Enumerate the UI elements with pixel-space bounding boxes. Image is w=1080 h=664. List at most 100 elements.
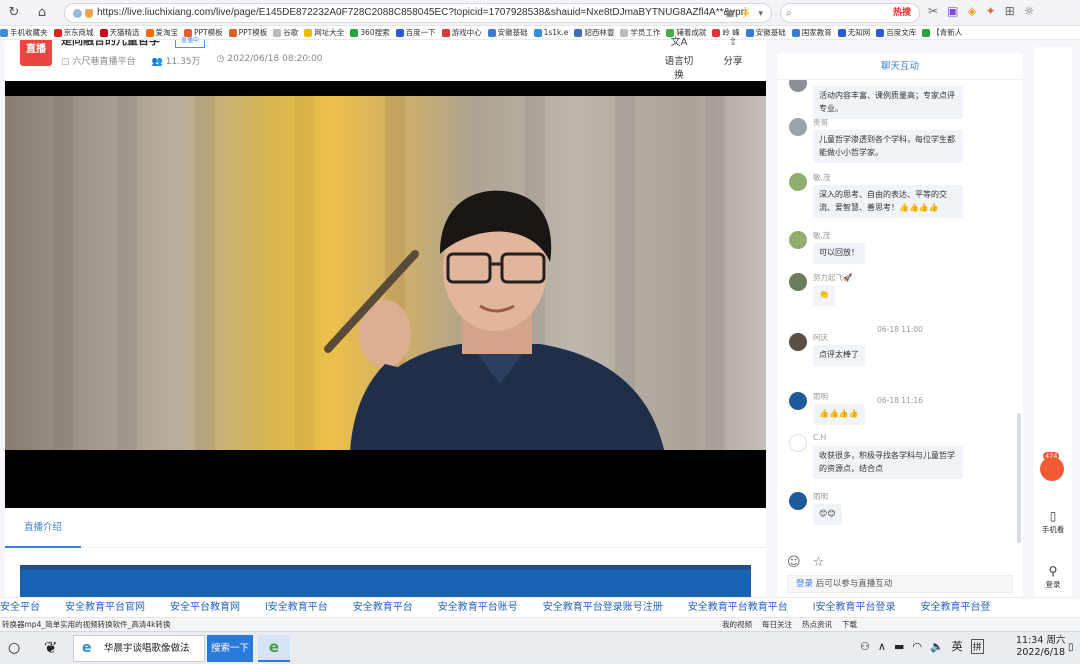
ad-link[interactable]: 安全教育平台登录账号注册 (543, 598, 663, 617)
settings-icon[interactable]: ☼ (1024, 4, 1035, 22)
chat-bubble: 活动内容丰富、课例质量高；专家点评专业。 (813, 86, 963, 119)
url-text: https://live.liuchixiang.com/live/page/E… (97, 7, 747, 18)
ad-link[interactable]: 安全教育平台教育平台 (688, 598, 788, 617)
bookmark-item[interactable]: 游戏中心 (441, 27, 482, 38)
bookmark-item[interactable]: 无知网 (837, 27, 870, 38)
browser-search-input[interactable]: ⌕ 热搜 (780, 3, 920, 23)
bookmark-item[interactable]: 手机收藏夹 (0, 27, 48, 38)
game-icon[interactable]: ✦ (986, 4, 996, 22)
refresh-icon[interactable]: ↻ (6, 5, 22, 21)
channel-icon: ▢ (61, 57, 70, 67)
bookmark-favicon-icon (273, 28, 282, 37)
apps-grid-icon[interactable]: ⊞ (1005, 4, 1015, 22)
browser-tools: ✂ ▣ ◈ ✦ ⊞ ☼ (928, 4, 1035, 22)
bookmark-favicon-icon (837, 28, 846, 37)
ime-indicator[interactable]: 英 (952, 638, 963, 654)
volume-icon[interactable]: 🔈 (930, 640, 944, 653)
cut-icon[interactable]: ✂ (928, 4, 938, 22)
hot-search-label[interactable]: 热搜 (893, 4, 911, 22)
bookmark-item[interactable]: 【青新人 (922, 27, 962, 38)
extension-icon[interactable]: ▣ (947, 4, 958, 22)
status-link[interactable]: 每日关注 (762, 618, 792, 631)
chat-message-list[interactable]: 06-18 11:00 06-18 11:16 活动内容丰富、课例质量高；专家点… (777, 80, 1023, 546)
chat-scrollbar[interactable] (1017, 413, 1021, 543)
url-actions[interactable]: ▦ ⚡ ▾ (726, 4, 765, 22)
network-icon[interactable]: ◠ (912, 640, 922, 653)
share-button[interactable]: ⇧ 分享 (721, 38, 745, 68)
address-bar[interactable]: https://live.liuchixiang.com/live/page/E… (64, 3, 772, 23)
bookmark-item[interactable]: 京东商城 (53, 27, 94, 38)
tab-live-intro[interactable]: 直播介绍 (5, 508, 81, 548)
sidebar-login-button[interactable]: ⚲ 登录 (1034, 564, 1072, 590)
chat-avatar[interactable] (789, 333, 807, 351)
ad-link[interactable]: 安全平台教育网 (170, 598, 240, 617)
people-icon[interactable]: ⚇ (860, 640, 870, 653)
shield-extension-icon[interactable]: ◈ (967, 4, 976, 22)
bookmark-item[interactable]: 百度一下 (395, 27, 436, 38)
bookmark-item[interactable]: 1s1k.e (533, 28, 568, 37)
like-heart-icon[interactable] (1040, 457, 1064, 481)
bookmark-item[interactable]: 学员工作 (620, 27, 660, 38)
status-link[interactable]: 下载 (842, 618, 857, 631)
status-text[interactable]: 转换器mp4_简单实用的视频转换软件_高清4k转换 (2, 618, 170, 631)
ime-mode[interactable]: 拼 (970, 638, 984, 654)
bookmark-item[interactable]: 天猫精选 (99, 27, 140, 38)
ad-link[interactable]: l安全教育平台登录 (813, 598, 896, 617)
start-icon[interactable]: ○ (8, 640, 20, 656)
browser-status-bar: 转换器mp4_简单实用的视频转换软件_高清4k转换 我的视频 每日关注 热点资讯 下载 (0, 617, 1080, 631)
bookmark-item[interactable]: 网址大全 (304, 27, 344, 38)
bookmark-item[interactable]: PPT模板 (228, 27, 267, 38)
home-icon[interactable]: ⌂ (34, 5, 50, 21)
emoji-icon[interactable]: ☺ (787, 555, 801, 570)
ad-link[interactable]: 安全教育平台 (353, 598, 413, 617)
taskbar-search-button[interactable]: 搜索一下 (207, 635, 253, 662)
ad-link[interactable]: 安全教育平台登 (921, 598, 991, 617)
right-sidebar: 474 ▯ 手机看 ⚲ 登录 (1034, 47, 1072, 597)
chat-login-link[interactable]: 登录 (796, 579, 813, 589)
taskbar-clock[interactable]: 11:34 周六 2022/6/18 (1016, 635, 1065, 659)
tray-expand-icon[interactable]: ∧ (878, 640, 886, 653)
bookmark-item[interactable]: 安徽基础 (745, 27, 786, 38)
bookmark-item[interactable]: 百度文库 (876, 27, 916, 38)
chat-bubble: 😊😊 (813, 504, 842, 525)
chat-avatar[interactable] (789, 118, 807, 136)
bookmark-item[interactable]: 360搜索 (350, 27, 390, 38)
chat-avatar[interactable] (789, 173, 807, 191)
chat-avatar[interactable] (789, 492, 807, 510)
ad-link[interactable]: 安全平台 (0, 598, 40, 617)
ad-link[interactable]: 安全教育平台账号 (438, 598, 518, 617)
ad-link[interactable]: l安全教育平台 (265, 598, 328, 617)
battery-icon[interactable]: ▬ (894, 640, 904, 653)
app-icon[interactable]: ❦ (44, 638, 57, 657)
taskbar-window[interactable]: e 华晨宇谈唱歌像做法 (73, 635, 205, 662)
gift-icon[interactable]: ☆ (813, 555, 825, 570)
ad-link[interactable]: 安全教育平台官网 (65, 598, 145, 617)
speaker-figure (324, 190, 664, 450)
chat-bubble: 👍👍👍👍 (813, 404, 865, 425)
language-switch-button[interactable]: 文A 语言切换 (661, 38, 697, 82)
status-link[interactable]: 热点资讯 (802, 618, 832, 631)
bookmark-favicon-icon (533, 28, 542, 37)
notification-icon[interactable]: ▯ (1068, 642, 1074, 653)
bookmark-item[interactable]: 谷歌 (273, 27, 298, 38)
bookmark-item[interactable]: 国家教育 (791, 27, 832, 38)
like-count: 474 (1043, 452, 1060, 460)
status-link[interactable]: 我的视频 (722, 618, 752, 631)
bookmark-item[interactable]: 安徽基础 (487, 27, 528, 38)
chat-avatar[interactable] (789, 434, 807, 452)
mobile-view-button[interactable]: ▯ 手机看 (1034, 509, 1072, 535)
bookmarks-bar: 手机收藏夹 京东商城 天猫精选 爱淘宝 PPT模板 PPT模板 谷歌 网址大全 360搜索 百度一… (0, 26, 1080, 40)
security-icon (73, 9, 82, 18)
chat-panel-title[interactable]: 聊天互动 (777, 53, 1023, 80)
chat-avatar[interactable] (789, 80, 807, 92)
chat-avatar[interactable] (789, 231, 807, 249)
chat-avatar[interactable] (789, 392, 807, 410)
live-video-player[interactable] (5, 81, 766, 508)
browser-taskbar-icon[interactable]: e (258, 635, 290, 662)
live-main-panel: 直播 是同融合的儿童哲学 直播中 ▢ 六尺巷直播平台 👥 11.35万 ◷ 2022/… (5, 38, 766, 597)
chat-avatar[interactable] (789, 273, 807, 291)
bookmark-item[interactable]: 爱淘宝 (145, 27, 178, 38)
bookmark-item[interactable]: 貂西林豐 (574, 27, 614, 38)
chat-bubble: 可以回放！ (813, 243, 865, 264)
live-title: 是同融合的儿童哲学 (61, 40, 160, 47)
